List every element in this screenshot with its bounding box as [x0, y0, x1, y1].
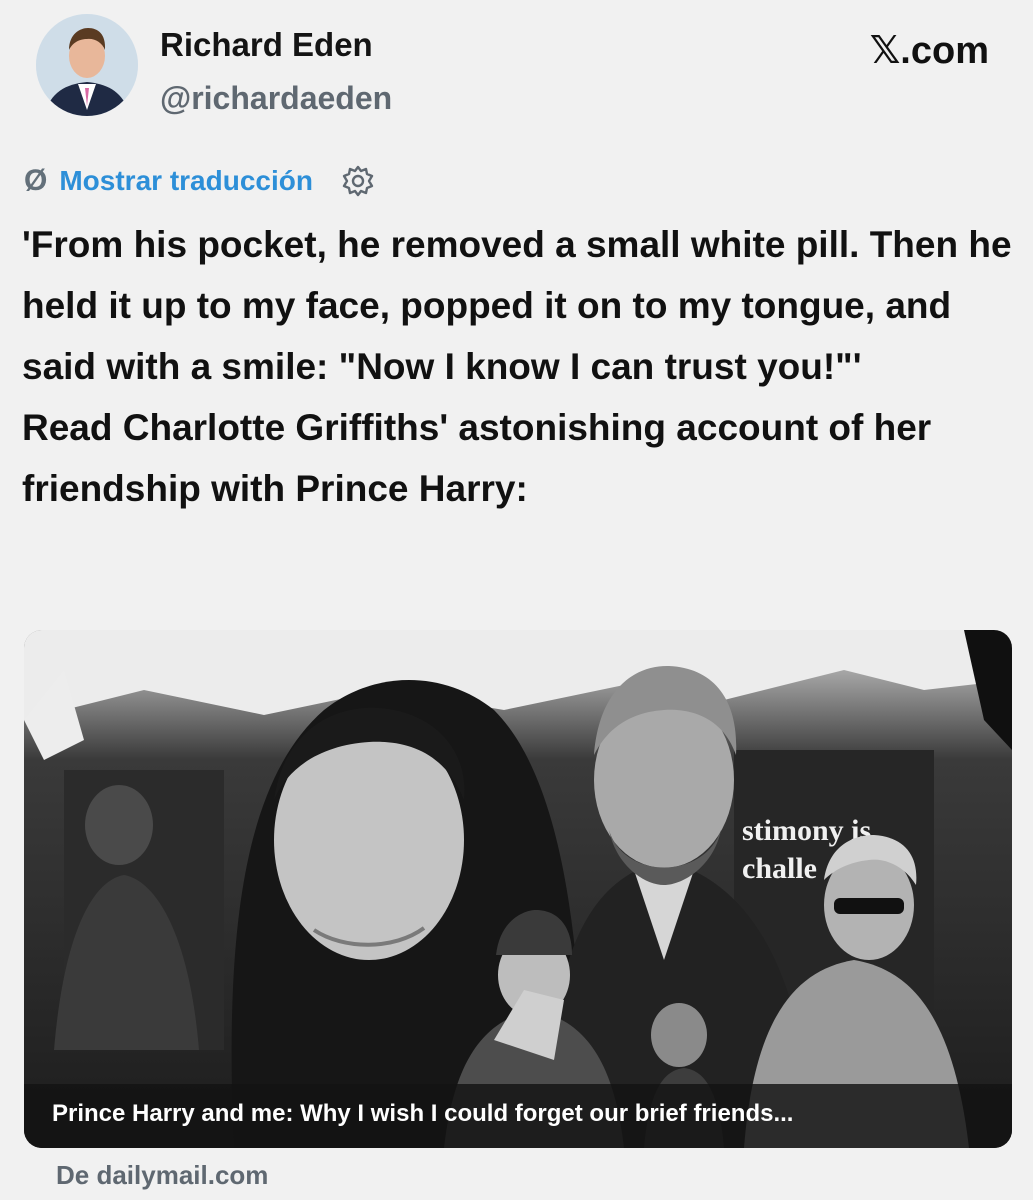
show-translation-link[interactable]: Mostrar traducción	[59, 165, 313, 197]
link-source[interactable]: De dailymail.com	[56, 1160, 268, 1191]
gear-icon[interactable]	[341, 164, 375, 198]
tweet-quote: 'From his pocket, he removed a small whi…	[22, 224, 1012, 387]
link-card[interactable]: stimony is challe Prince Harry and me: W…	[24, 630, 1012, 1148]
author-photo	[36, 14, 138, 116]
link-card-headline[interactable]: Prince Harry and me: Why I wish I could …	[52, 1100, 793, 1128]
link-card-caption: Prince Harry and me: Why I wish I could …	[24, 1084, 1012, 1148]
translate-row[interactable]: Ø Mostrar traducción	[24, 164, 375, 198]
tweet-body: Read Charlotte Griffiths' astonishing ac…	[22, 407, 932, 509]
x-com-brand: 𝕏.com	[869, 30, 989, 72]
no-translate-icon: Ø	[24, 164, 48, 197]
author-avatar[interactable]	[36, 14, 138, 116]
card-image: stimony is challe	[24, 630, 1012, 1148]
overlay-text-2: challe	[742, 852, 817, 885]
author-handle[interactable]: @richardaeden	[160, 80, 392, 117]
tweet-text: 'From his pocket, he removed a small whi…	[22, 214, 1012, 519]
author-name[interactable]: Richard Eden	[160, 26, 373, 64]
